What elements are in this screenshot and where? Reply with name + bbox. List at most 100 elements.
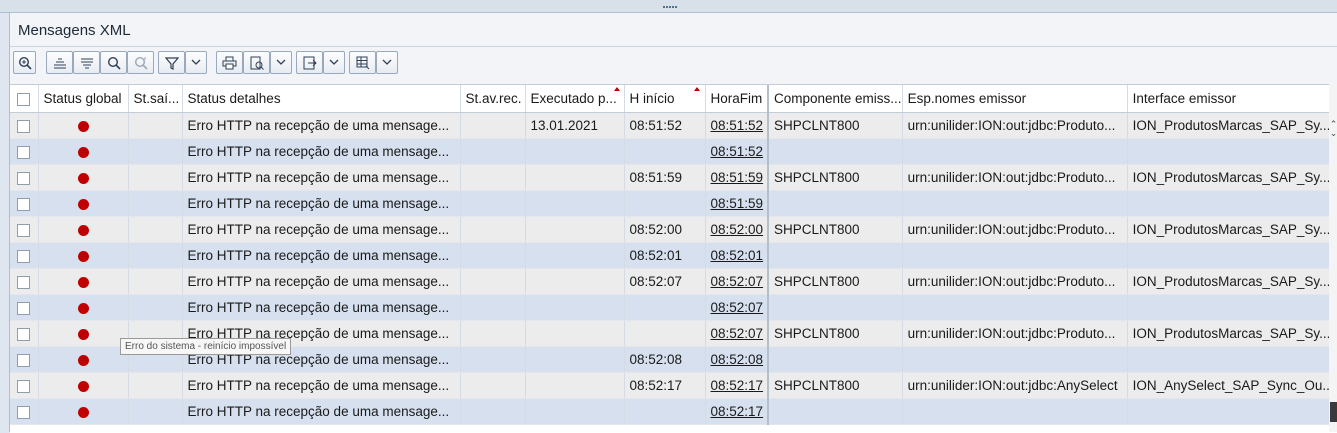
cell-componente	[768, 190, 903, 217]
column-header-executado[interactable]: Executado p...	[525, 85, 625, 113]
select-all-checkbox[interactable]	[10, 85, 39, 113]
row-select-checkbox[interactable]	[10, 372, 39, 399]
hora-fim-link[interactable]: 08:52:00	[711, 222, 764, 237]
checkbox-icon	[17, 223, 31, 237]
row-select-checkbox[interactable]	[10, 242, 39, 269]
cell-st-saida	[128, 138, 183, 165]
cell-h-inicio: 08:51:52	[624, 112, 706, 139]
table-row[interactable]: Erro HTTP na recepção de uma mensage... 0…	[10, 372, 1335, 399]
filter-dropdown-button[interactable]	[185, 51, 207, 74]
row-select-checkbox[interactable]	[10, 164, 39, 191]
cell-h-inicio	[624, 398, 706, 425]
column-header-status-detalhes[interactable]: Status detalhes	[182, 85, 461, 113]
table-row[interactable]: Erro HTTP na recepção de uma mensage... 0…	[10, 242, 1335, 269]
hora-fim-link[interactable]: 08:51:59	[711, 170, 764, 185]
hora-fim-link[interactable]: 08:52:17	[711, 404, 764, 419]
vertical-scrollbar[interactable]: ⌃ ⌄	[1329, 84, 1337, 432]
hora-fim-link[interactable]: 08:51:52	[711, 144, 764, 159]
hora-fim-link[interactable]: 08:51:52	[711, 118, 764, 133]
hora-fim-link[interactable]: 08:52:01	[711, 248, 764, 263]
hora-fim-link[interactable]: 08:52:07	[711, 326, 764, 341]
layout-button[interactable]	[349, 51, 376, 74]
cell-hora-fim[interactable]: 08:52:17	[705, 398, 769, 425]
column-header-st-av-rec[interactable]: St.av.rec.	[460, 85, 526, 113]
cell-hora-fim[interactable]: 08:52:01	[705, 242, 769, 269]
row-select-checkbox[interactable]	[10, 138, 39, 165]
print-button[interactable]	[216, 51, 243, 74]
hora-fim-link[interactable]: 08:51:59	[711, 196, 764, 211]
cell-hora-fim[interactable]: 08:51:59	[705, 190, 769, 217]
cell-componente: SHPCLNT800	[768, 268, 903, 295]
sort-descending-button[interactable]	[73, 51, 100, 74]
sort-indicator-icon	[613, 87, 620, 91]
view-button[interactable]	[243, 51, 270, 74]
row-select-checkbox[interactable]	[10, 216, 39, 243]
table-row[interactable]: Erro HTTP na recepção de uma mensage... 0…	[10, 398, 1335, 425]
table-row[interactable]: Erro HTTP na recepção de uma mensage... 0…	[10, 164, 1335, 191]
cell-executado	[525, 372, 625, 399]
row-select-checkbox[interactable]	[10, 346, 39, 373]
table-row[interactable]: Erro HTTP na recepção de uma mensage... 0…	[10, 138, 1335, 165]
panel-title: Mensagens XML	[18, 22, 131, 39]
table-row[interactable]: Erro HTTP na recepção de uma mensage... 0…	[10, 268, 1335, 295]
cell-st-av-rec	[460, 190, 526, 217]
find-button[interactable]	[100, 51, 127, 74]
scrollbar-thumb[interactable]	[1330, 402, 1337, 422]
cell-hora-fim[interactable]: 08:52:08	[705, 346, 769, 373]
export-button[interactable]	[296, 51, 323, 74]
cell-st-saida	[128, 164, 183, 191]
hora-fim-link[interactable]: 08:52:07	[711, 274, 764, 289]
hora-fim-link[interactable]: 08:52:08	[711, 352, 764, 367]
column-header-esp-nomes[interactable]: Esp.nomes emissor	[902, 85, 1128, 113]
cell-hora-fim[interactable]: 08:51:52	[705, 112, 769, 139]
export-dropdown-button[interactable]	[323, 51, 345, 74]
zoom-details-button[interactable]	[13, 51, 36, 74]
table-row[interactable]: Erro HTTP na recepção de uma mensage... 0…	[10, 294, 1335, 321]
cell-hora-fim[interactable]: 08:52:00	[705, 216, 769, 243]
column-header-componente[interactable]: Componente emiss...	[768, 85, 903, 113]
find-next-button[interactable]	[127, 51, 154, 74]
layout-dropdown-button[interactable]	[376, 51, 398, 74]
cell-interface: ION_ProdutosMarcas_SAP_Sy...	[1127, 112, 1335, 139]
scroll-arrows-icon[interactable]: ⌃ ⌄	[1329, 120, 1337, 140]
cell-st-av-rec	[460, 112, 526, 139]
cell-hora-fim[interactable]: 08:52:07	[705, 294, 769, 321]
column-header-hora-fim[interactable]: HoraFim	[705, 85, 769, 113]
status-error-icon	[77, 120, 89, 132]
table-layout-icon	[356, 56, 369, 69]
filter-button[interactable]	[158, 51, 185, 74]
cell-componente	[768, 294, 903, 321]
cell-hora-fim[interactable]: 08:51:52	[705, 138, 769, 165]
row-select-checkbox[interactable]	[10, 398, 39, 425]
cell-st-saida	[128, 242, 183, 269]
cell-status-global	[38, 216, 129, 243]
checkbox-icon	[17, 249, 31, 263]
table-row[interactable]: Erro HTTP na recepção de uma mensage... 0…	[10, 216, 1335, 243]
cell-status-detalhes: Erro HTTP na recepção de uma mensage...	[182, 398, 461, 425]
hora-fim-link[interactable]: 08:52:17	[711, 378, 764, 393]
cell-hora-fim[interactable]: 08:52:07	[705, 268, 769, 295]
cell-hora-fim[interactable]: 08:52:17	[705, 372, 769, 399]
table-row[interactable]: Erro HTTP na recepção de uma mensage... 0…	[10, 190, 1335, 217]
cell-componente: SHPCLNT800	[768, 372, 903, 399]
messages-table-container: Status global St.saí... Status detalhes …	[10, 84, 1337, 433]
column-header-interface[interactable]: Interface emissor	[1127, 85, 1335, 113]
column-header-h-inicio[interactable]: H início	[624, 85, 706, 113]
column-header-status-global[interactable]: Status global	[38, 85, 129, 113]
row-select-checkbox[interactable]	[10, 190, 39, 217]
row-select-checkbox[interactable]	[10, 112, 39, 139]
column-header-st-saida[interactable]: St.saí...	[128, 85, 183, 113]
cell-hora-fim[interactable]: 08:52:07	[705, 320, 769, 347]
cell-h-inicio: 08:52:17	[624, 372, 706, 399]
cell-hora-fim[interactable]: 08:51:59	[705, 164, 769, 191]
table-row[interactable]: Erro HTTP na recepção de uma mensage... 1…	[10, 112, 1335, 139]
chevron-down-icon	[382, 59, 392, 65]
splitter-grip-icon[interactable]	[663, 6, 681, 10]
hora-fim-link[interactable]: 08:52:07	[711, 300, 764, 315]
row-select-checkbox[interactable]	[10, 320, 39, 347]
row-select-checkbox[interactable]	[10, 268, 39, 295]
cell-componente	[768, 346, 903, 373]
sort-ascending-button[interactable]	[46, 51, 73, 74]
view-dropdown-button[interactable]	[270, 51, 292, 74]
row-select-checkbox[interactable]	[10, 294, 39, 321]
